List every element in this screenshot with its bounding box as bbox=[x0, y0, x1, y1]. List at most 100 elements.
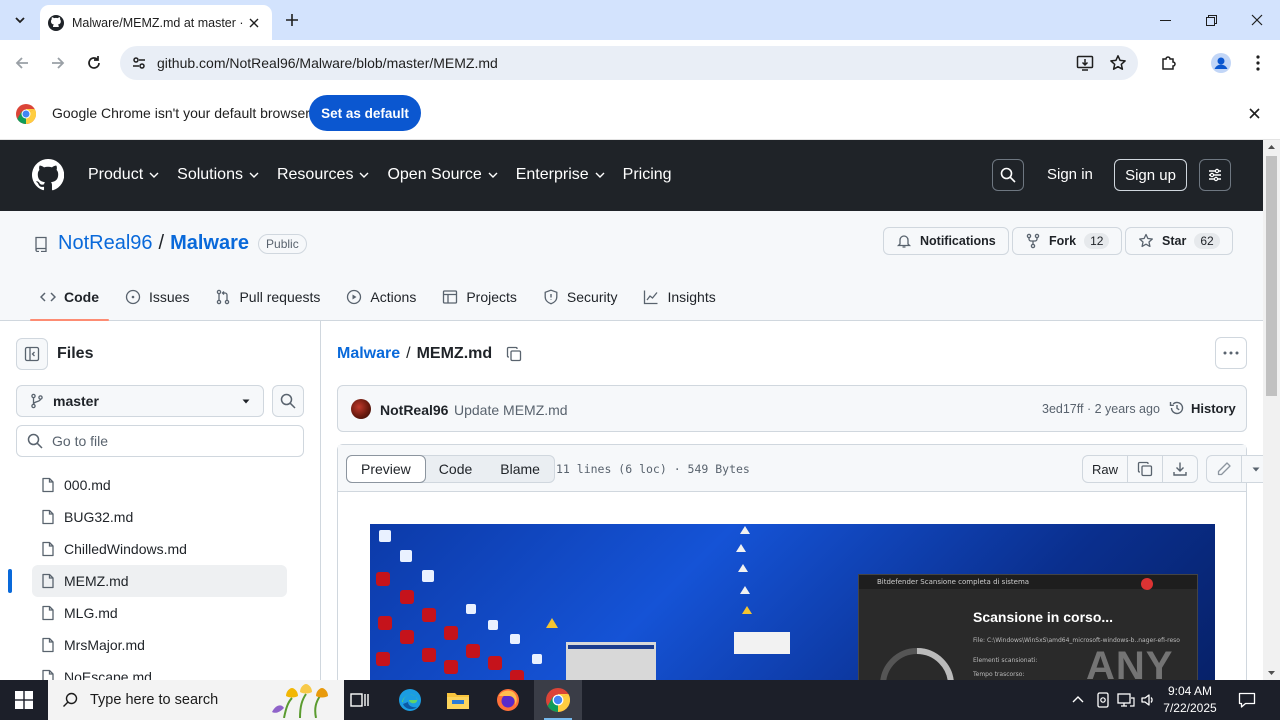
sign-in-link[interactable]: Sign in bbox=[1047, 166, 1093, 183]
nav-solutions[interactable]: Solutions bbox=[177, 163, 259, 187]
raw-button[interactable]: Raw bbox=[1083, 456, 1129, 482]
download-button[interactable] bbox=[1163, 456, 1197, 482]
install-app-button[interactable] bbox=[1075, 53, 1095, 73]
github-logo-icon[interactable] bbox=[32, 159, 64, 191]
nav-product[interactable]: Product bbox=[88, 163, 159, 187]
taskbar-file-explorer[interactable] bbox=[434, 680, 482, 720]
list-item-selected[interactable]: MEMZ.md bbox=[8, 565, 287, 597]
show-hidden-icons-button[interactable] bbox=[1068, 690, 1088, 710]
nav-enterprise[interactable]: Enterprise bbox=[516, 163, 605, 187]
tab-projects[interactable]: Projects bbox=[432, 285, 527, 309]
start-button[interactable] bbox=[0, 680, 48, 720]
tab-actions[interactable]: Actions bbox=[336, 285, 426, 309]
set-default-button[interactable]: Set as default bbox=[309, 95, 421, 131]
nav-open-source[interactable]: Open Source bbox=[387, 163, 498, 187]
edit-button[interactable] bbox=[1207, 456, 1243, 482]
copy-raw-button[interactable] bbox=[1128, 456, 1164, 482]
scan-items-line: Elementi scansionati: bbox=[973, 657, 1038, 664]
browser-tab-active[interactable]: Malware/MEMZ.md at master · bbox=[40, 5, 272, 40]
clock-date: 7/22/2025 bbox=[1163, 701, 1217, 715]
star-button[interactable]: Star 62 bbox=[1125, 227, 1233, 255]
bookmark-star-button[interactable] bbox=[1108, 53, 1128, 73]
breadcrumb-repo-link[interactable]: Malware bbox=[337, 345, 400, 363]
list-item[interactable]: MrsMajor.md bbox=[0, 629, 320, 661]
profile-button[interactable] bbox=[1209, 51, 1233, 75]
github-search-button[interactable] bbox=[992, 159, 1024, 191]
go-to-file-input[interactable]: Go to file bbox=[16, 425, 304, 457]
commit-sha-time[interactable]: 3ed17ff · 2 years ago bbox=[1042, 402, 1160, 416]
chrome-menu-button[interactable] bbox=[1246, 51, 1270, 75]
tab-close-button[interactable] bbox=[244, 13, 264, 33]
notifications-button[interactable]: Notifications bbox=[883, 227, 1009, 255]
profile-icon bbox=[1211, 53, 1231, 73]
list-item[interactable]: NoEscape.md bbox=[0, 661, 320, 680]
file-list: 000.md BUG32.md ChilledWindows.md MEMZ.m… bbox=[0, 469, 320, 680]
list-item[interactable]: 000.md bbox=[0, 469, 320, 501]
taskbar-firefox[interactable] bbox=[484, 680, 532, 720]
taskbar-chrome[interactable] bbox=[534, 680, 582, 720]
preview-button[interactable]: Preview bbox=[346, 455, 426, 483]
edit-dropdown-button[interactable] bbox=[1242, 456, 1263, 482]
list-item[interactable]: MLG.md bbox=[0, 597, 320, 629]
more-options-button[interactable] bbox=[1215, 337, 1247, 369]
tray-volume-button[interactable] bbox=[1138, 690, 1158, 710]
close-window-button[interactable] bbox=[1234, 0, 1280, 40]
copy-icon[interactable] bbox=[506, 346, 522, 362]
sign-up-button[interactable]: Sign up bbox=[1114, 159, 1187, 191]
tab-code[interactable]: Code bbox=[30, 285, 109, 321]
taskbar-search-placeholder: Type here to search bbox=[90, 692, 219, 708]
infobar-close-button[interactable] bbox=[1244, 103, 1264, 123]
repo-name-link[interactable]: Malware bbox=[170, 232, 249, 255]
nav-label: Solutions bbox=[177, 166, 243, 183]
commit-author-link[interactable]: NotReal96 bbox=[380, 402, 448, 418]
restore-button[interactable] bbox=[1188, 0, 1234, 40]
list-item[interactable]: ChilledWindows.md bbox=[0, 533, 320, 565]
task-view-button[interactable] bbox=[336, 680, 384, 720]
nav-pricing[interactable]: Pricing bbox=[623, 163, 672, 187]
tab-security[interactable]: Security bbox=[533, 285, 628, 309]
minimize-button[interactable] bbox=[1142, 0, 1188, 40]
notifications-center-button[interactable] bbox=[1237, 690, 1257, 710]
chevron-down-icon bbox=[15, 17, 25, 24]
branch-name: master bbox=[53, 393, 99, 409]
file-search-button[interactable] bbox=[272, 385, 304, 417]
scrollbar-thumb[interactable] bbox=[1266, 156, 1277, 396]
file-icon bbox=[42, 605, 54, 621]
blame-button[interactable]: Blame bbox=[486, 456, 554, 482]
task-view-icon bbox=[350, 693, 369, 707]
back-button[interactable] bbox=[8, 49, 36, 77]
tab-pull-requests[interactable]: Pull requests bbox=[205, 285, 330, 309]
avatar[interactable] bbox=[351, 399, 371, 419]
taskbar-search-box[interactable]: Type here to search bbox=[48, 680, 344, 720]
forward-button[interactable] bbox=[44, 49, 72, 77]
nav-resources[interactable]: Resources bbox=[277, 163, 369, 187]
address-bar[interactable]: github.com/NotReal96/Malware/blob/master… bbox=[120, 46, 1138, 80]
taskbar-clock[interactable]: 9:04 AM 7/22/2025 bbox=[1156, 683, 1224, 717]
code-button[interactable]: Code bbox=[425, 456, 486, 482]
new-tab-button[interactable] bbox=[280, 8, 304, 32]
sliders-icon bbox=[1209, 168, 1221, 182]
list-item[interactable]: BUG32.md bbox=[0, 501, 320, 533]
extensions-button[interactable] bbox=[1157, 51, 1181, 75]
tab-search-button[interactable] bbox=[8, 8, 32, 32]
commit-message-link[interactable]: Update MEMZ.md bbox=[454, 402, 568, 418]
scan-file-line: File: C:\Windows\WinSxS\amd64_microsoft-… bbox=[973, 637, 1180, 644]
site-info-button[interactable] bbox=[128, 52, 150, 74]
tray-network-button[interactable] bbox=[1116, 690, 1136, 710]
collapse-sidebar-button[interactable] bbox=[16, 338, 48, 370]
tab-issues[interactable]: Issues bbox=[115, 285, 199, 309]
github-menu-button[interactable] bbox=[1199, 159, 1231, 191]
reload-button[interactable] bbox=[80, 49, 108, 77]
branch-selector[interactable]: master bbox=[16, 385, 264, 417]
tab-insights[interactable]: Insights bbox=[633, 285, 725, 309]
arrow-left-icon bbox=[15, 57, 28, 69]
puzzle-icon bbox=[1162, 56, 1176, 70]
fork-button[interactable]: Fork 12 bbox=[1012, 227, 1123, 255]
nav-label: Pricing bbox=[622, 166, 672, 183]
page-scrollbar[interactable] bbox=[1263, 140, 1280, 680]
taskbar-edge[interactable] bbox=[386, 680, 434, 720]
tray-device-button[interactable] bbox=[1093, 690, 1113, 710]
repo-owner-link[interactable]: NotReal96 bbox=[58, 232, 153, 255]
breadcrumb-separator: / bbox=[406, 345, 411, 362]
history-button[interactable]: History bbox=[1169, 400, 1236, 416]
